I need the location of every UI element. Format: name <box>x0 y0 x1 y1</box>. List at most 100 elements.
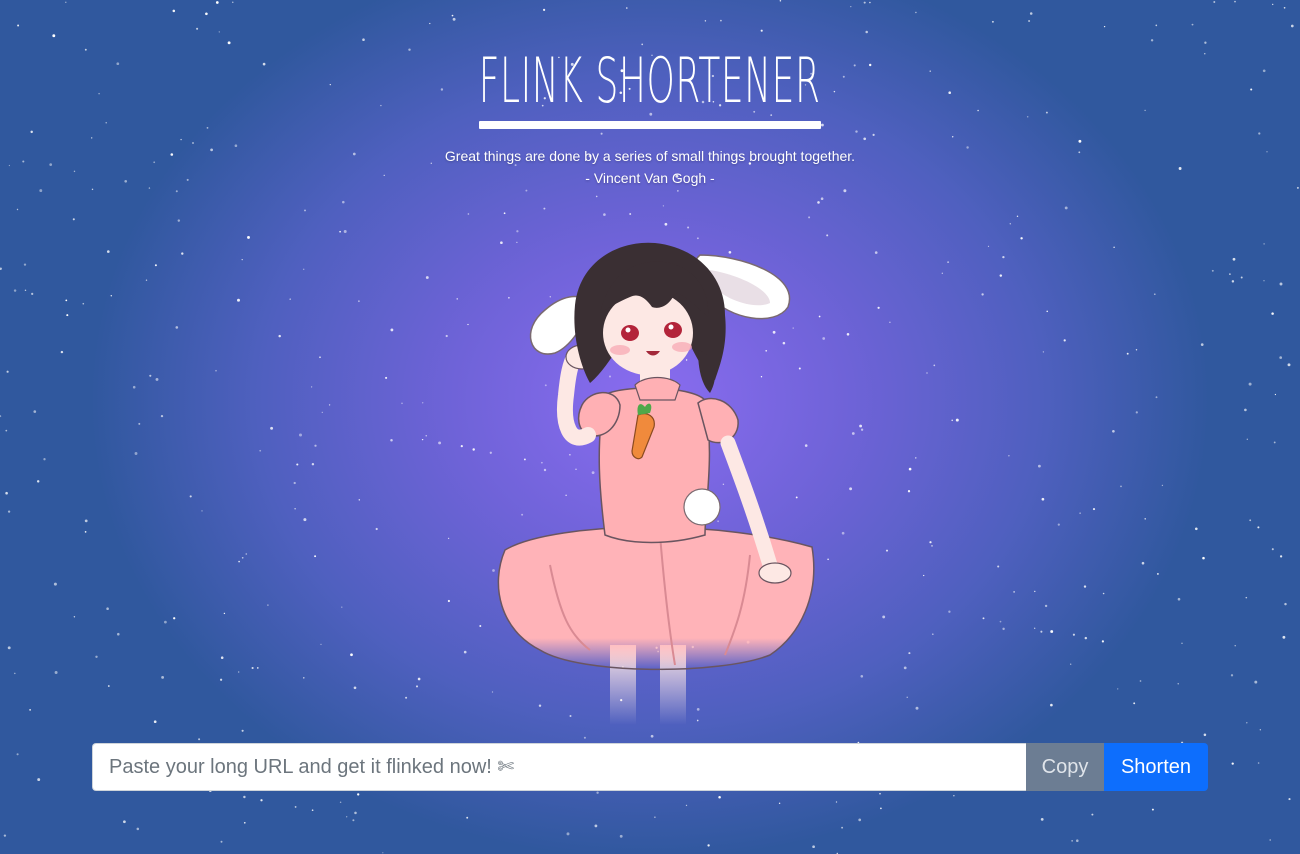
star <box>991 20 994 23</box>
star <box>850 5 852 8</box>
star <box>869 1 871 4</box>
star <box>161 675 165 679</box>
star <box>1155 396 1158 399</box>
star <box>849 487 853 491</box>
star <box>654 816 656 818</box>
star <box>906 696 908 698</box>
star <box>808 216 811 219</box>
shorten-button[interactable]: Shorten <box>1104 743 1208 791</box>
star <box>1203 733 1207 737</box>
star <box>153 720 157 724</box>
star <box>860 428 864 431</box>
star <box>304 209 306 212</box>
star <box>687 226 690 229</box>
star <box>880 807 882 810</box>
star <box>66 314 69 317</box>
star <box>106 250 110 253</box>
star <box>1248 382 1252 386</box>
star <box>105 122 107 124</box>
star <box>817 201 820 204</box>
star <box>1076 839 1079 842</box>
star <box>352 819 355 822</box>
star <box>357 793 360 796</box>
star <box>1229 273 1231 275</box>
star <box>417 677 421 681</box>
star <box>149 374 152 377</box>
star <box>270 426 274 430</box>
star <box>39 189 43 193</box>
star <box>1230 674 1234 677</box>
star <box>879 792 881 795</box>
star <box>154 264 157 267</box>
star <box>7 646 11 650</box>
star <box>0 415 2 418</box>
star <box>84 519 88 523</box>
star <box>1078 139 1082 143</box>
star <box>33 410 37 413</box>
star <box>931 545 933 547</box>
star <box>1150 39 1154 42</box>
star <box>1103 25 1106 28</box>
star <box>596 791 599 794</box>
star <box>1246 722 1248 724</box>
star <box>401 402 403 405</box>
star <box>36 480 40 483</box>
star <box>267 604 269 606</box>
star <box>13 289 17 292</box>
star <box>1211 269 1214 272</box>
star <box>256 667 259 669</box>
star <box>460 445 463 448</box>
star <box>923 574 925 577</box>
star <box>779 0 782 2</box>
star <box>851 432 855 435</box>
star <box>908 467 912 471</box>
star <box>1009 223 1011 225</box>
star <box>342 200 345 204</box>
star <box>245 553 248 555</box>
star <box>220 656 224 659</box>
copy-button[interactable]: Copy <box>1026 743 1104 791</box>
star <box>241 556 244 559</box>
star <box>219 678 223 681</box>
star <box>243 821 246 824</box>
star <box>123 820 126 824</box>
star <box>1257 762 1260 764</box>
star <box>619 834 623 838</box>
star <box>1120 485 1122 488</box>
title-underline <box>479 121 821 129</box>
star <box>629 213 632 215</box>
star <box>1181 642 1183 645</box>
star <box>583 736 586 739</box>
star <box>1040 630 1043 633</box>
star <box>1034 590 1036 593</box>
star <box>820 197 824 201</box>
bunny-girl-illustration <box>497 242 815 725</box>
star <box>677 190 679 192</box>
star <box>37 778 41 782</box>
star <box>451 14 454 17</box>
star <box>1263 280 1265 282</box>
star <box>215 1 219 4</box>
star <box>314 555 317 558</box>
url-input[interactable] <box>92 743 1026 791</box>
star <box>91 137 93 139</box>
star <box>29 709 31 711</box>
star <box>1177 597 1181 601</box>
star <box>429 22 431 25</box>
star <box>835 801 838 803</box>
star <box>1290 24 1294 28</box>
star <box>241 258 243 261</box>
star <box>1151 808 1154 811</box>
star <box>16 753 19 756</box>
star <box>421 402 424 404</box>
star <box>662 205 665 207</box>
star <box>294 508 296 510</box>
star <box>1008 455 1010 457</box>
star <box>303 677 305 679</box>
star <box>65 299 68 302</box>
star <box>865 30 868 34</box>
star <box>1279 282 1283 286</box>
star <box>180 138 182 141</box>
star <box>5 429 8 432</box>
star <box>1204 41 1207 44</box>
